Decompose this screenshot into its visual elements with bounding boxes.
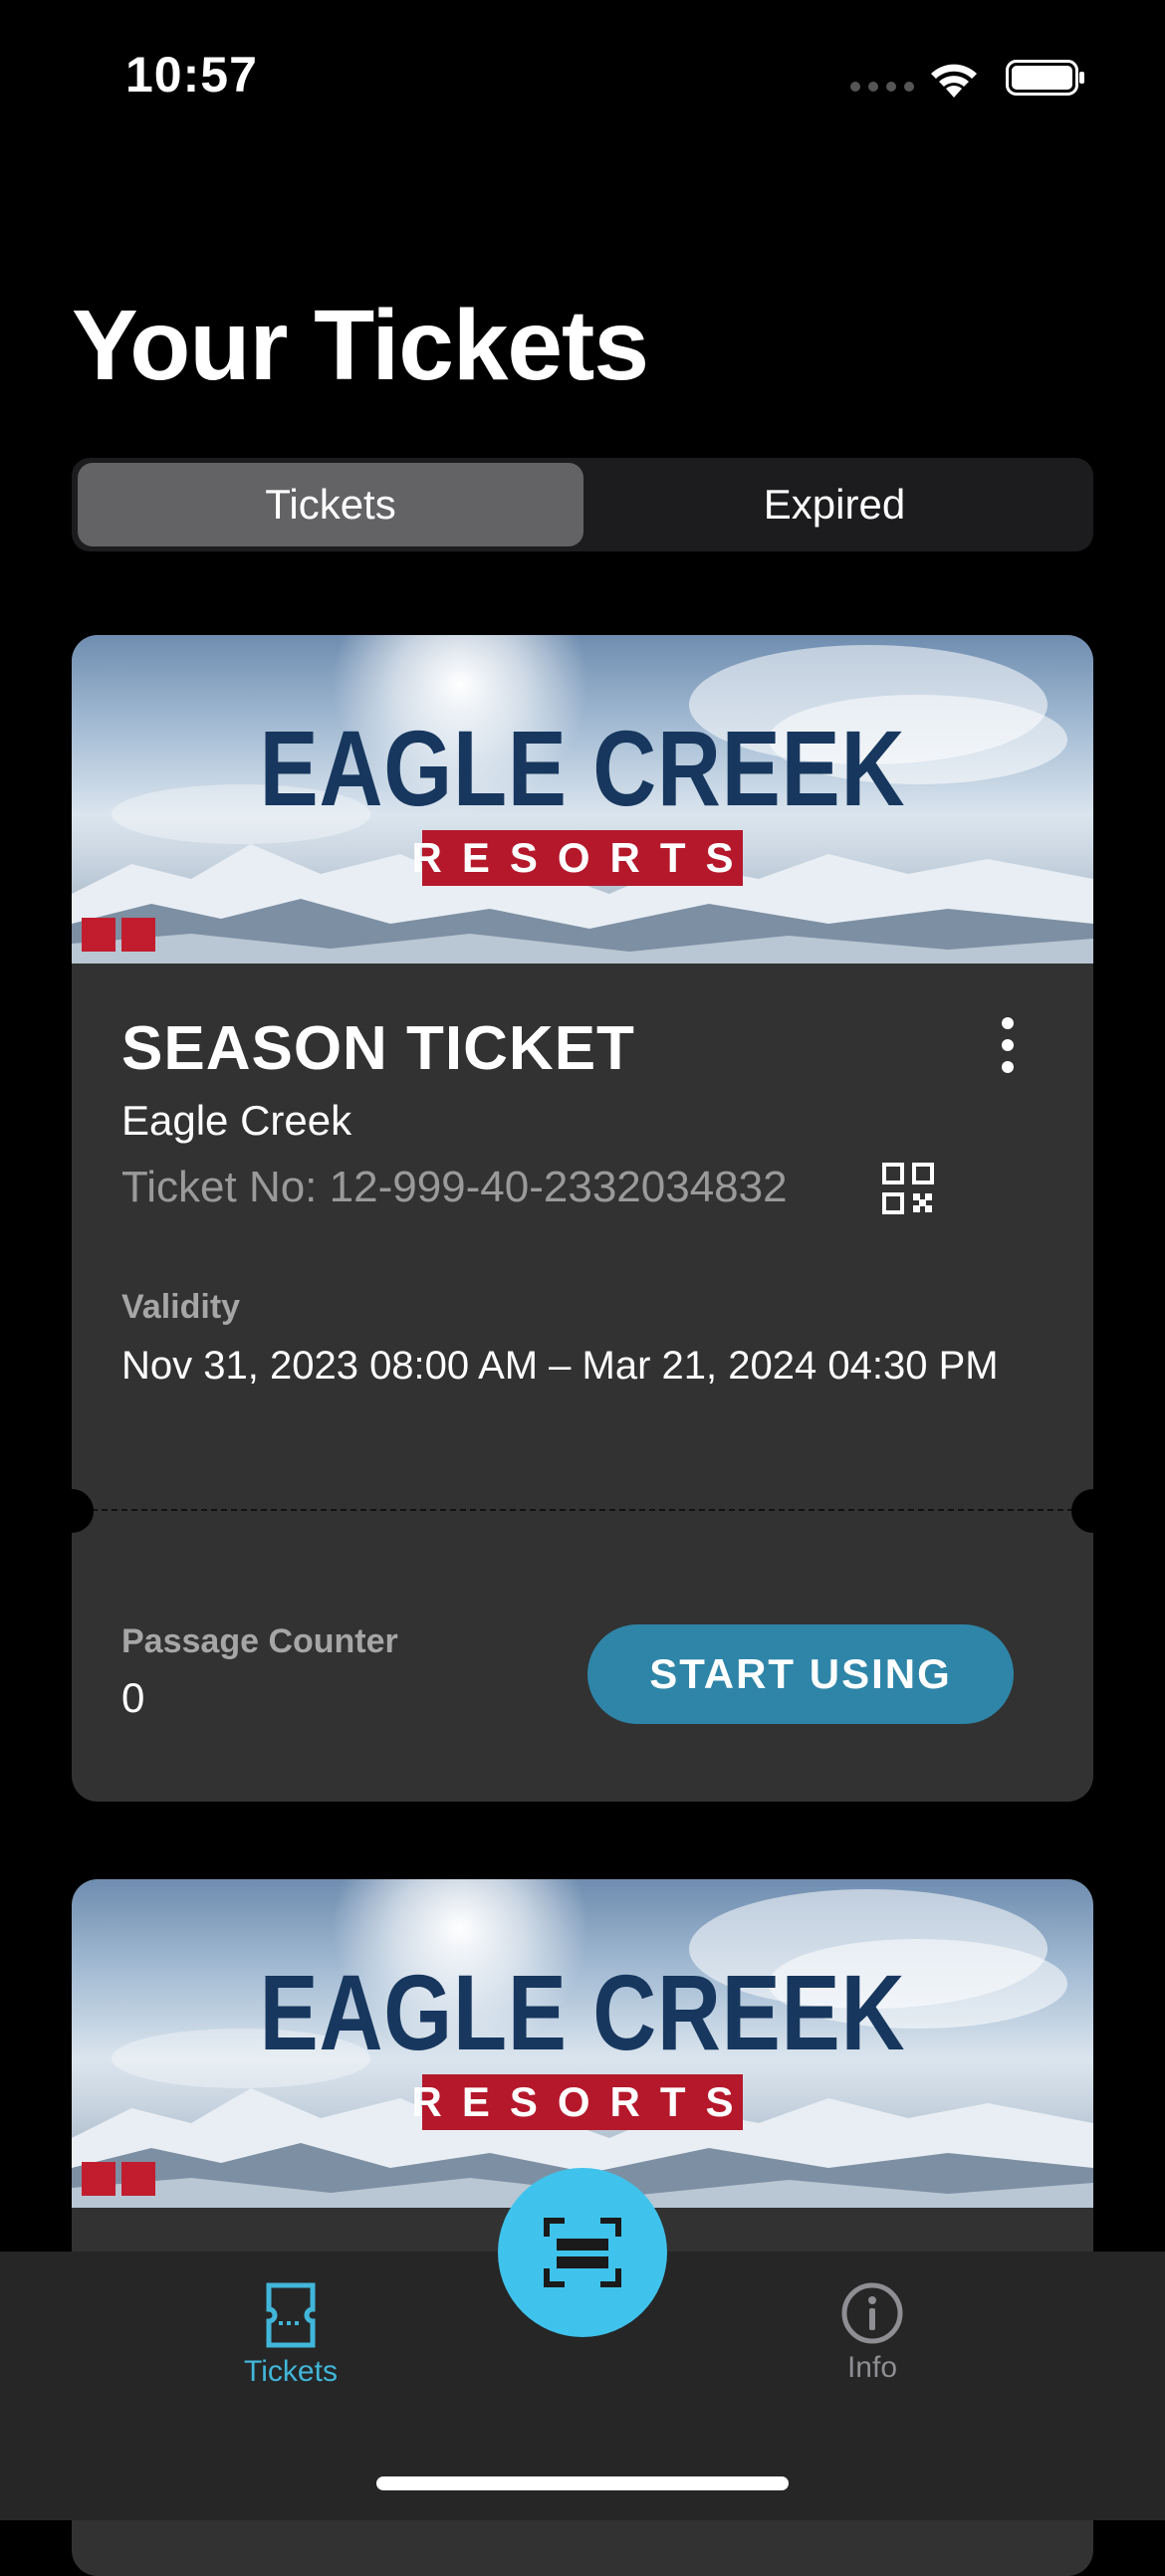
tab-tickets[interactable]: Tickets xyxy=(191,2281,390,2389)
ticket-notch-left xyxy=(72,1489,94,1533)
passage-counter-label: Passage Counter xyxy=(121,1622,398,1660)
tab-info[interactable]: Info xyxy=(773,2281,972,2385)
resort-logo-subtitle: RESORTS xyxy=(411,2074,743,2130)
scan-button[interactable] xyxy=(498,2168,667,2337)
more-vertical-icon[interactable] xyxy=(998,1017,1018,1073)
resort-logo-name: EAGLE CREEK xyxy=(259,1952,906,2072)
ticket-icon xyxy=(266,2282,316,2348)
ticket-number: Ticket No: 12-999-40-2332034832 xyxy=(121,1163,788,1211)
start-using-button[interactable]: START USING xyxy=(587,1624,1014,1724)
resort-banner-image: EAGLE CREEK RESORTS xyxy=(72,1879,1093,2208)
segment-tickets[interactable]: Tickets xyxy=(78,463,583,546)
qr-code-icon[interactable] xyxy=(882,1163,934,1214)
validity-period: Nov 31, 2023 08:00 AM – Mar 21, 2024 04:… xyxy=(121,1344,999,1388)
ticket-type: SEASON TICKET xyxy=(121,1014,635,1083)
battery-icon xyxy=(1006,60,1084,96)
status-time: 10:57 xyxy=(125,47,258,103)
tickets-segmented-control: Tickets Expired xyxy=(72,458,1093,551)
resort-logo-subtitle: RESORTS xyxy=(411,830,743,886)
logo-flag-mark xyxy=(121,2162,155,2196)
logo-flag-mark xyxy=(82,2162,116,2196)
status-bar: 10:57 xyxy=(0,0,1165,149)
tab-tickets-label: Tickets xyxy=(244,2355,338,2388)
page-title: Your Tickets xyxy=(72,290,649,401)
ticket-card[interactable]: EAGLE CREEK RESORTS SEASON TICKET Eagle … xyxy=(72,635,1093,1802)
info-icon xyxy=(841,2282,903,2344)
logo-flag-mark xyxy=(82,918,116,952)
wifi-icon xyxy=(931,64,977,98)
cellular-signal-icon xyxy=(850,82,914,92)
logo-flag-mark xyxy=(121,918,155,952)
tab-info-label: Info xyxy=(846,2351,898,2384)
resort-banner-image: EAGLE CREEK RESORTS xyxy=(72,635,1093,964)
resort-name: Eagle Creek xyxy=(121,1097,352,1144)
scan-icon xyxy=(544,2218,621,2287)
validity-label: Validity xyxy=(121,1288,241,1326)
ticket-notch-right xyxy=(1071,1489,1093,1533)
segment-expired[interactable]: Expired xyxy=(582,463,1087,546)
passage-counter-value: 0 xyxy=(121,1674,145,1721)
home-indicator xyxy=(376,2476,789,2490)
resort-logo-name: EAGLE CREEK xyxy=(259,708,906,828)
ticket-perforation-divider xyxy=(72,1509,1093,1511)
